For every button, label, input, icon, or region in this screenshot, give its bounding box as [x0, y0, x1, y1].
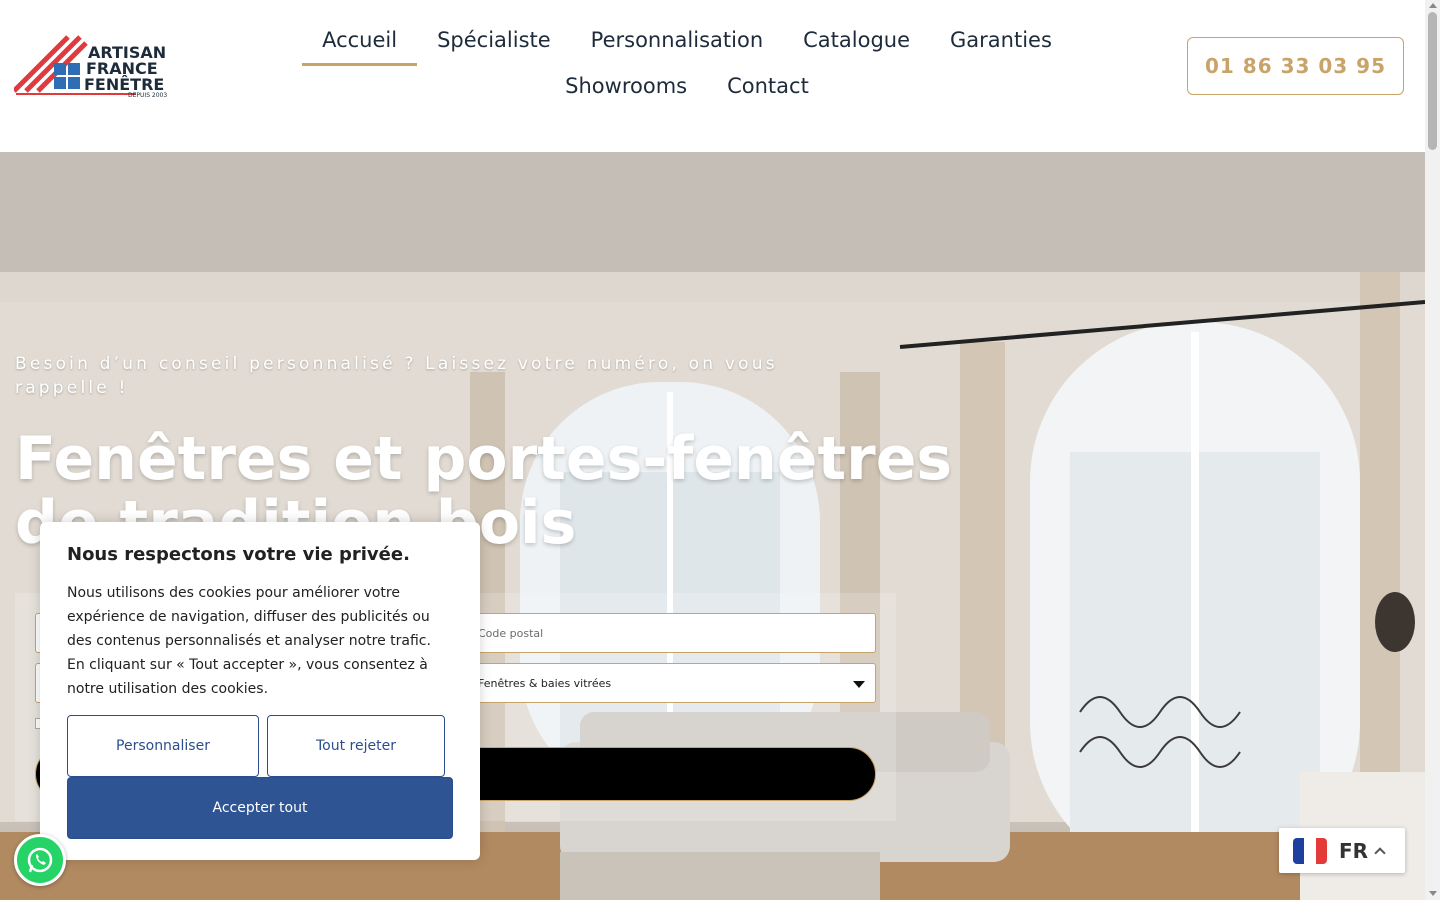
- logo-tagline: DEPUIS 2003: [128, 92, 167, 99]
- nav-showrooms[interactable]: Showrooms: [545, 66, 707, 112]
- postal-code-input[interactable]: Code postal: [465, 613, 876, 653]
- brand-logo[interactable]: ARTISAN FRANCE FENÊTRE DEPUIS 2003: [12, 33, 174, 99]
- scrollbar-thumb[interactable]: [1428, 12, 1437, 150]
- accept-cookies-button[interactable]: Accepter tout: [67, 777, 453, 839]
- reject-cookies-button[interactable]: Tout rejeter: [267, 715, 445, 777]
- hero-kicker: Besoin d’un conseil personnalisé ? Laiss…: [15, 354, 778, 398]
- nav-contact[interactable]: Contact: [707, 66, 829, 112]
- nav-accueil[interactable]: Accueil: [302, 20, 418, 66]
- main-navigation: Accueil Spécialiste Personnalisation Cat…: [224, 20, 1150, 112]
- nav-specialiste[interactable]: Spécialiste: [417, 20, 571, 66]
- whatsapp-button[interactable]: [14, 834, 66, 886]
- select-arrow-icon: [853, 681, 865, 688]
- chevron-up-icon: [1374, 846, 1386, 859]
- whatsapp-icon: [27, 847, 53, 873]
- phone-button[interactable]: 01 86 33 03 95: [1187, 37, 1404, 95]
- nav-catalogue[interactable]: Catalogue: [783, 20, 930, 66]
- scroll-down-icon[interactable]: [1429, 891, 1437, 896]
- cookie-title: Nous respectons votre vie privée.: [67, 544, 410, 565]
- product-select[interactable]: Fenêtres & baies vitrées: [465, 663, 876, 703]
- logo-mark: ARTISAN FRANCE FENÊTRE DEPUIS 2003: [12, 35, 167, 99]
- scroll-up-icon[interactable]: [1429, 3, 1437, 8]
- nav-garanties[interactable]: Garanties: [930, 20, 1072, 66]
- french-flag-icon: [1293, 837, 1327, 864]
- cookie-text: Nous utilisons des cookies pour améliore…: [67, 585, 431, 697]
- cookie-banner: Nous respectons votre vie privée. Nous u…: [40, 522, 480, 860]
- nav-personnalisation[interactable]: Personnalisation: [571, 20, 783, 66]
- page-scrollbar[interactable]: [1425, 0, 1440, 900]
- language-code: FR: [1339, 838, 1369, 863]
- site-header: ARTISAN FRANCE FENÊTRE DEPUIS 2003 Accue…: [0, 0, 1425, 152]
- product-select-value: Fenêtres & baies vitrées: [478, 676, 612, 690]
- language-switcher[interactable]: FR: [1279, 828, 1405, 873]
- customize-cookies-button[interactable]: Personnaliser: [67, 715, 259, 777]
